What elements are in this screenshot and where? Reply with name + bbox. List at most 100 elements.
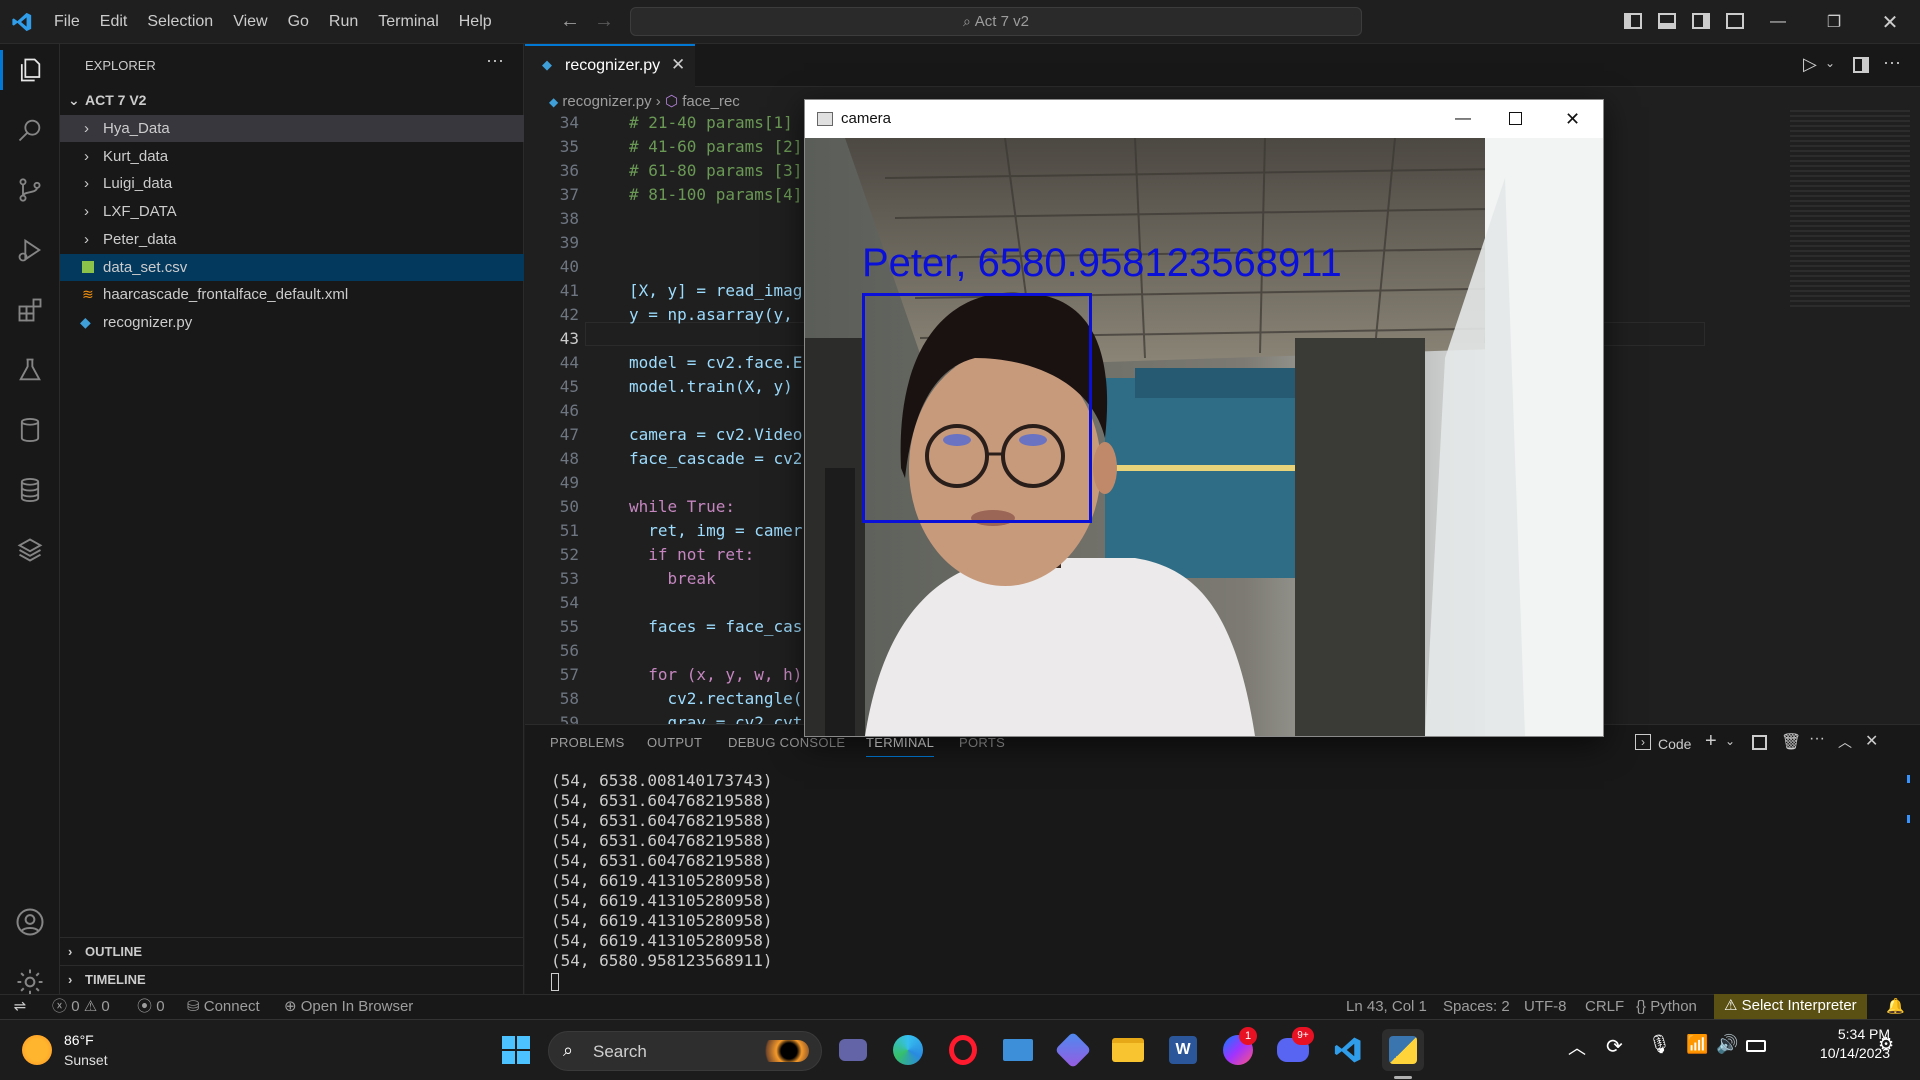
menu-selection[interactable]: Selection bbox=[137, 0, 223, 44]
windows-start-icon[interactable] bbox=[495, 1029, 537, 1071]
tab-problems[interactable]: PROBLEMS bbox=[550, 735, 625, 750]
show-hidden-icons-chevron-icon[interactable]: ︿ bbox=[1568, 1034, 1586, 1060]
menu-edit[interactable]: Edit bbox=[90, 0, 138, 44]
source-control-icon[interactable] bbox=[10, 170, 50, 210]
database-icon[interactable] bbox=[10, 410, 50, 450]
file-data-set-csv[interactable]: data_set.csv bbox=[60, 254, 524, 281]
messenger-icon[interactable]: 1 bbox=[1217, 1027, 1259, 1071]
camera-window[interactable]: camera — ✕ Peter, 6580.958123568911 bbox=[804, 99, 1604, 737]
search-view-icon[interactable] bbox=[10, 110, 50, 150]
file-explorer-icon[interactable] bbox=[1107, 1029, 1149, 1071]
folder-hya-data[interactable]: › Hya_Data bbox=[60, 115, 524, 142]
extensions-icon[interactable] bbox=[10, 290, 50, 330]
toggle-panel-icon[interactable] bbox=[1658, 13, 1676, 29]
run-python-icon[interactable]: ▷ bbox=[1803, 54, 1817, 75]
close-button[interactable]: ✕ bbox=[1860, 0, 1920, 44]
tab-terminal[interactable]: TERMINAL bbox=[866, 735, 935, 757]
language-mode[interactable]: {} Python bbox=[1636, 995, 1697, 1019]
back-arrow-icon[interactable]: ← bbox=[560, 10, 580, 33]
problems-status[interactable]: ⓧ 0 ⚠ 0 bbox=[52, 995, 110, 1019]
toggle-primary-sidebar-icon[interactable] bbox=[1624, 13, 1642, 29]
customize-layout-icon[interactable] bbox=[1726, 13, 1744, 29]
cursor-position[interactable]: Ln 43, Col 1 bbox=[1346, 995, 1427, 1019]
tab-output[interactable]: OUTPUT bbox=[647, 735, 702, 750]
folder-luigi-data[interactable]: › Luigi_data bbox=[60, 170, 524, 197]
kill-terminal-trash-icon[interactable]: 🗑 bbox=[1781, 732, 1801, 752]
explorer-icon[interactable] bbox=[10, 50, 50, 90]
sync-icon[interactable]: ⟳ bbox=[1606, 1034, 1623, 1059]
sql-database-icon[interactable] bbox=[10, 470, 50, 510]
teams-meet-icon[interactable] bbox=[832, 1029, 874, 1071]
menu-file[interactable]: File bbox=[44, 0, 90, 44]
discord-icon[interactable]: 9+ bbox=[1272, 1027, 1314, 1071]
breadcrumb-symbol[interactable]: face_rec bbox=[682, 93, 740, 110]
vscode-taskbar-icon[interactable] bbox=[1327, 1029, 1369, 1071]
vertical-scrollbar[interactable] bbox=[1905, 110, 1919, 710]
select-interpreter-button[interactable]: ⚠ Select Interpreter bbox=[1714, 994, 1867, 1019]
run-dropdown-chevron-icon[interactable]: ⌄ bbox=[1825, 56, 1835, 70]
camera-maximize-button[interactable] bbox=[1509, 112, 1522, 125]
notifications-bell-icon[interactable]: 🔔 bbox=[1886, 995, 1905, 1019]
close-panel-icon[interactable]: ✕ bbox=[1865, 731, 1878, 751]
testing-flask-icon[interactable] bbox=[10, 350, 50, 390]
tab-debug-console[interactable]: DEBUG CONSOLE bbox=[728, 735, 845, 750]
split-terminal-icon[interactable] bbox=[1752, 735, 1767, 750]
accounts-icon[interactable] bbox=[10, 902, 50, 942]
layers-icon[interactable] bbox=[10, 530, 50, 570]
menu-view[interactable]: View bbox=[223, 0, 277, 44]
camera-title-bar[interactable]: camera — ✕ bbox=[805, 100, 1603, 138]
word-icon[interactable]: W bbox=[1162, 1029, 1204, 1071]
weather-widget[interactable]: 86°F Sunset bbox=[18, 1028, 158, 1074]
connect-status[interactable]: ⛁ Connect bbox=[187, 995, 260, 1019]
menu-help[interactable]: Help bbox=[449, 0, 502, 44]
taskbar-search-box[interactable]: ⌕ Search bbox=[548, 1031, 822, 1071]
restore-button[interactable]: ❐ bbox=[1804, 0, 1864, 44]
maximize-panel-chevron-icon[interactable]: ︿ bbox=[1838, 732, 1852, 752]
more-actions-icon[interactable]: ··· bbox=[486, 50, 504, 71]
volume-icon[interactable]: 🔊 bbox=[1716, 1034, 1738, 1055]
folder-kurt-data[interactable]: › Kurt_data bbox=[60, 143, 524, 170]
ports-status[interactable]: ⦿ 0 bbox=[137, 995, 165, 1019]
camera-close-button[interactable]: ✕ bbox=[1565, 100, 1580, 138]
terminal-output[interactable]: (54, 6538.008140173743) (54, 6531.604768… bbox=[525, 771, 1885, 991]
new-terminal-plus-icon[interactable]: + bbox=[1705, 730, 1717, 753]
run-debug-icon[interactable] bbox=[10, 230, 50, 270]
tab-ports[interactable]: PORTS bbox=[959, 735, 1005, 750]
file-haarcascade-xml[interactable]: ≋ haarcascade_frontalface_default.xml bbox=[60, 281, 524, 308]
mail-icon[interactable] bbox=[997, 1029, 1039, 1071]
menu-terminal[interactable]: Terminal bbox=[368, 0, 448, 44]
file-recognizer-py[interactable]: ◆ recognizer.py bbox=[60, 309, 524, 336]
folder-lxf-data[interactable]: › LXF_DATA bbox=[60, 198, 524, 225]
python-camera-app-icon[interactable] bbox=[1382, 1029, 1424, 1071]
vscode-logo-icon[interactable] bbox=[0, 0, 44, 44]
camera-minimize-button[interactable]: — bbox=[1455, 100, 1471, 138]
opera-browser-icon[interactable] bbox=[942, 1029, 984, 1071]
menu-go[interactable]: Go bbox=[278, 0, 319, 44]
command-center-search[interactable]: ⌕ Act 7 v2 bbox=[630, 7, 1362, 36]
toggle-secondary-sidebar-icon[interactable] bbox=[1692, 13, 1710, 29]
more-actions-icon[interactable]: ··· bbox=[1883, 52, 1901, 73]
microphone-icon[interactable]: 🎙 bbox=[1648, 1034, 1671, 1055]
close-tab-icon[interactable]: ✕ bbox=[671, 55, 685, 75]
more-actions-icon[interactable]: ··· bbox=[1809, 730, 1825, 748]
indentation[interactable]: Spaces: 2 bbox=[1443, 995, 1510, 1019]
terminal-dropdown-chevron-icon[interactable]: ⌄ bbox=[1725, 734, 1735, 748]
edge-browser-icon[interactable] bbox=[887, 1029, 929, 1071]
terminal-shell-label[interactable]: Code bbox=[1658, 736, 1691, 752]
battery-icon[interactable] bbox=[1746, 1040, 1766, 1052]
split-editor-icon[interactable] bbox=[1853, 57, 1869, 73]
remote-indicator-icon[interactable]: ⇌ bbox=[0, 995, 40, 1019]
minimize-button[interactable]: — bbox=[1748, 0, 1808, 44]
end-of-line[interactable]: CRLF bbox=[1585, 995, 1624, 1019]
open-in-browser-status[interactable]: ⊕ Open In Browser bbox=[284, 995, 413, 1019]
clock[interactable]: 5:34 PM 10/14/2023 bbox=[1780, 1026, 1890, 1061]
copilot-app-icon[interactable] bbox=[1052, 1029, 1094, 1071]
wifi-icon[interactable]: 📶 bbox=[1686, 1034, 1708, 1055]
notification-center-icon[interactable]: ⚙ bbox=[1878, 1034, 1894, 1055]
menu-run[interactable]: Run bbox=[319, 0, 368, 44]
tab-recognizer-py[interactable]: ◆ recognizer.py ✕ bbox=[525, 44, 695, 88]
forward-arrow-icon[interactable]: → bbox=[594, 10, 614, 33]
minimap[interactable] bbox=[1790, 110, 1910, 310]
encoding[interactable]: UTF-8 bbox=[1524, 995, 1567, 1019]
timeline-section[interactable]: › TIMELINE bbox=[60, 966, 524, 993]
